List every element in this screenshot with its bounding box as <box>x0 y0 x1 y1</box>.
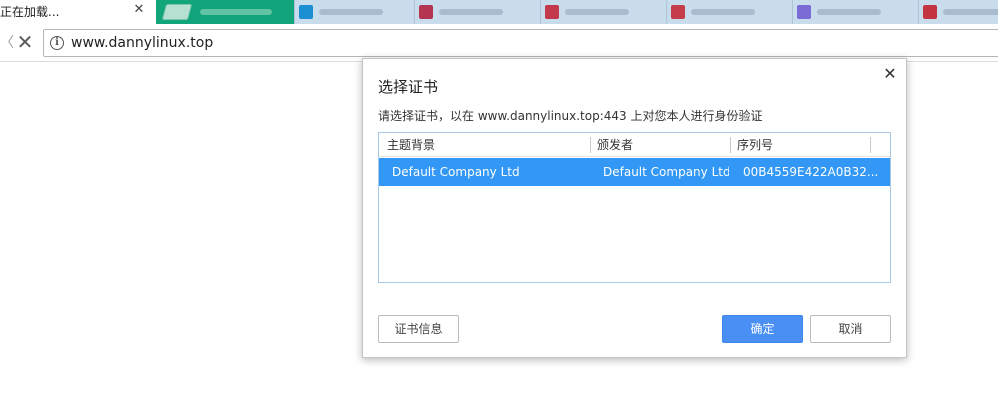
cell-subject: Default Company Ltd <box>392 165 520 179</box>
certificate-info-button[interactable]: 证书信息 <box>378 315 459 343</box>
address-bar[interactable]: i www.dannylinux.top <box>43 29 998 57</box>
tab-favicon-icon <box>419 5 433 19</box>
tab-favicon-icon <box>545 5 559 19</box>
tab-background-2[interactable] <box>294 0 420 24</box>
tab-title-blurred <box>439 9 503 15</box>
stop-loading-icon[interactable]: ✕ <box>15 32 35 52</box>
tab-loading[interactable]: 正在加载... ✕ <box>0 0 158 24</box>
back-icon[interactable]: 〈 <box>0 35 14 51</box>
column-header-subject[interactable]: 主题背景 <box>387 133 435 157</box>
dialog-title: 选择证书 <box>378 78 439 96</box>
tab-favicon-icon <box>161 4 193 20</box>
tab-favicon-icon <box>923 5 937 19</box>
close-icon[interactable]: ✕ <box>882 66 898 82</box>
select-certificate-dialog: 选择证书 ✕ 请选择证书，以在 www.dannylinux.top:443 上… <box>362 58 907 358</box>
cell-issuer: Default Company Ltd <box>603 165 729 179</box>
column-divider[interactable] <box>730 137 731 153</box>
tab-background-7[interactable] <box>918 0 998 24</box>
tab-title-blurred <box>200 9 272 15</box>
tab-favicon-icon <box>797 5 811 19</box>
tab-close-icon[interactable]: ✕ <box>132 3 146 17</box>
column-divider[interactable] <box>590 137 591 153</box>
browser-toolbar: 〈 ✕ i www.dannylinux.top <box>0 24 998 62</box>
tab-title: 正在加载... <box>0 5 60 19</box>
tab-background-4[interactable] <box>540 0 666 24</box>
tab-title-blurred <box>943 9 998 15</box>
tab-background-3[interactable] <box>414 0 540 24</box>
cell-serial: 00B4559E422A0B32... <box>743 165 879 179</box>
column-header-serial[interactable]: 序列号 <box>737 133 773 157</box>
tab-background-6[interactable] <box>792 0 918 24</box>
ok-button[interactable]: 确定 <box>722 315 803 343</box>
tab-background-1[interactable] <box>156 0 294 24</box>
table-header: 主题背景 颁发者 序列号 <box>379 133 890 157</box>
table-row[interactable]: Default Company Ltd Default Company Ltd … <box>379 158 890 186</box>
tab-strip: 正在加载... ✕ <box>0 0 998 24</box>
tab-background-5[interactable] <box>666 0 792 24</box>
tab-title-blurred <box>565 9 629 15</box>
url-text[interactable]: www.dannylinux.top <box>71 35 213 51</box>
tab-title-blurred <box>817 9 881 15</box>
tab-title-blurred <box>319 9 383 15</box>
tab-favicon-icon <box>299 5 313 19</box>
certificate-table[interactable]: 主题背景 颁发者 序列号 Default Company Ltd Default… <box>378 132 891 283</box>
tab-favicon-icon <box>671 5 685 19</box>
site-info-icon[interactable]: i <box>50 36 64 50</box>
dialog-description: 请选择证书，以在 www.dannylinux.top:443 上对您本人进行身… <box>378 109 763 123</box>
column-divider[interactable] <box>870 137 871 153</box>
cancel-button[interactable]: 取消 <box>810 315 891 343</box>
tab-title-blurred <box>691 9 755 15</box>
column-header-issuer[interactable]: 颁发者 <box>597 133 633 157</box>
